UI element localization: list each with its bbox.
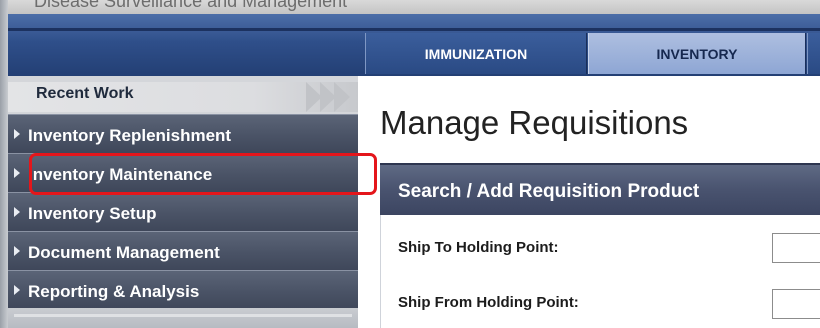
window-frame-edge	[0, 0, 8, 328]
caret-right-icon	[14, 207, 20, 217]
sidebar: Recent Work Inventory Replenishment Inve…	[8, 76, 358, 328]
caret-right-icon	[14, 285, 20, 295]
panel-body	[380, 215, 820, 328]
caret-right-icon	[14, 129, 20, 139]
main-nav-bar: IMMUNIZATION INVENTORY	[8, 14, 820, 76]
sidebar-item-label: Document Management	[28, 243, 220, 262]
tab-next-partial[interactable]	[807, 33, 820, 74]
sidebar-item-reporting-analysis[interactable]: Reporting & Analysis	[8, 270, 358, 309]
app-banner: Disease Surveillance and Management	[8, 0, 820, 14]
ship-from-holding-point-label: Ship From Holding Point:	[398, 294, 579, 311]
page-title: Manage Requisitions	[380, 104, 689, 141]
sidebar-footer	[8, 308, 358, 328]
sidebar-item-label: Reporting & Analysis	[28, 282, 200, 301]
sidebar-item-label: Inventory Replenishment	[28, 126, 232, 145]
caret-right-icon	[14, 168, 20, 178]
panel-header: Search / Add Requisition Product	[380, 163, 820, 217]
sidebar-item-document-management[interactable]: Document Management	[8, 231, 358, 270]
sidebar-item-label: Inventory Maintenance	[28, 165, 213, 184]
tab-inventory[interactable]: INVENTORY	[588, 33, 806, 74]
tab-immunization[interactable]: IMMUNIZATION	[365, 33, 587, 74]
sidebar-recent-work[interactable]: Recent Work	[8, 82, 358, 112]
caret-right-icon	[14, 246, 20, 256]
recent-work-label: Recent Work	[36, 85, 134, 102]
ship-from-holding-point-input[interactable]	[772, 289, 820, 319]
chevron-right-icon	[334, 82, 350, 112]
sidebar-item-inventory-replenishment[interactable]: Inventory Replenishment	[8, 114, 358, 153]
ship-to-holding-point-input[interactable]	[772, 233, 820, 263]
app-banner-title: Disease Surveillance and Management	[34, 0, 348, 11]
sidebar-item-inventory-maintenance[interactable]: Inventory Maintenance	[8, 153, 358, 192]
sidebar-item-label: Inventory Setup	[28, 204, 157, 223]
sidebar-item-inventory-setup[interactable]: Inventory Setup	[8, 192, 358, 231]
ship-to-holding-point-label: Ship To Holding Point:	[398, 239, 559, 256]
panel-title: Search / Add Requisition Product	[398, 181, 700, 202]
